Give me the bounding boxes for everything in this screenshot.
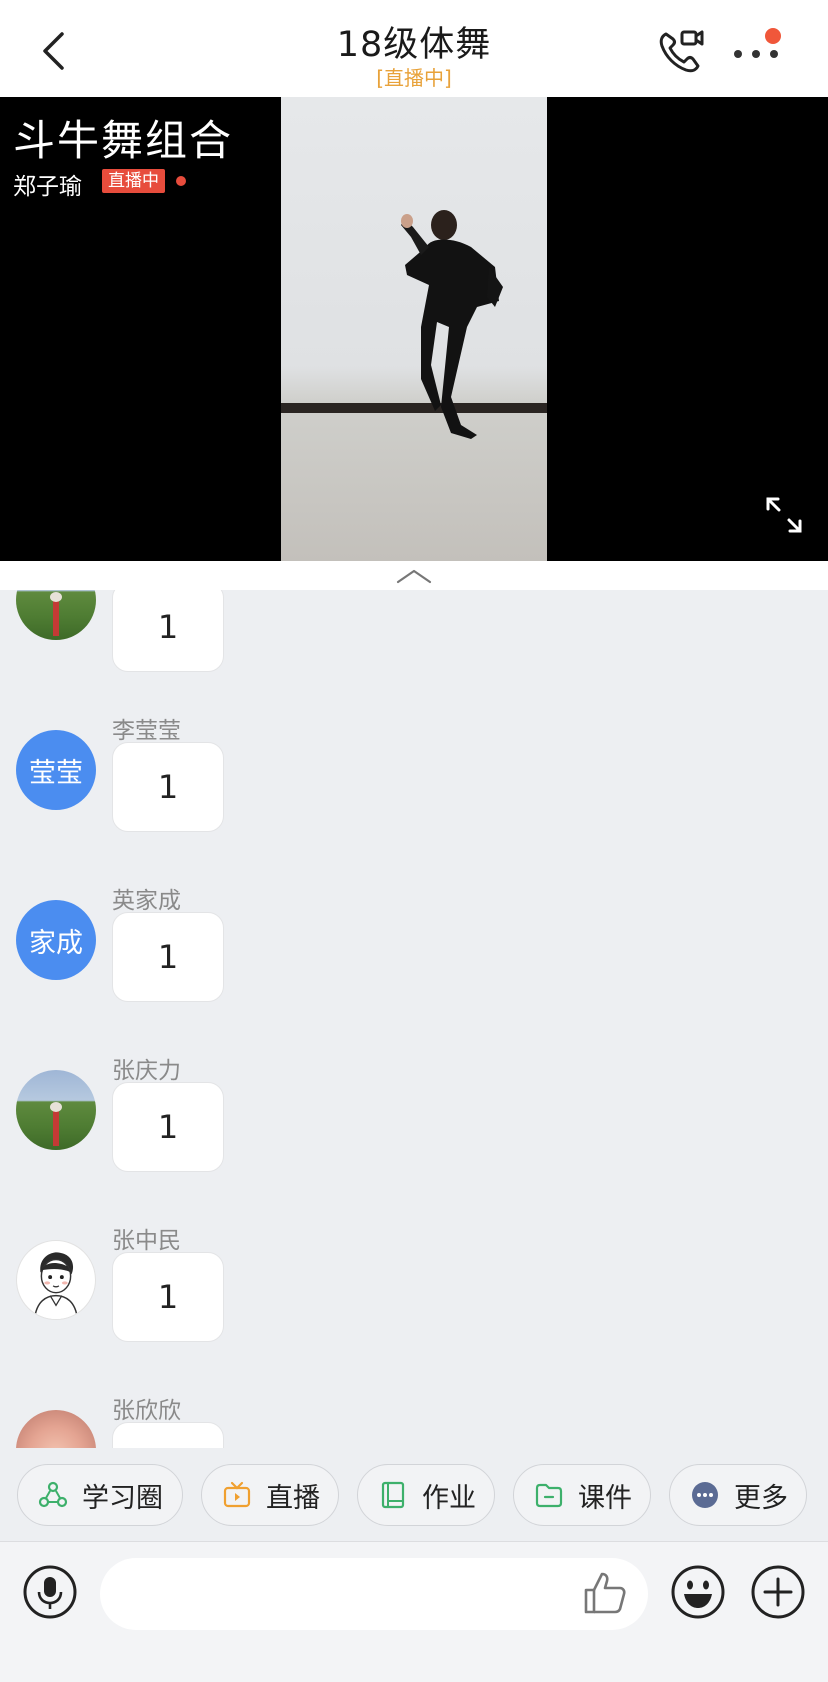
host-name: 郑子瑜 [13,174,82,200]
live-video-player[interactable]: 斗牛舞组合 郑子瑜 直播中 [0,97,828,561]
courseware-folder-icon [535,1483,563,1508]
message-bubble[interactable]: 1 [112,1082,224,1172]
live-indicator-dot [176,176,186,186]
quick-tab-bar: 学习圈 直播 作业 课件 更多 [0,1448,828,1542]
message-bubble[interactable]: 1 [112,912,224,1002]
microphone-icon[interactable] [22,1564,78,1620]
phone-video-icon[interactable] [652,24,708,80]
tab-label: 课件 [578,1482,632,1514]
list-item: 1 [0,590,828,690]
message-bubble[interactable] [112,1422,224,1448]
live-tv-icon [223,1481,251,1508]
dancer-figure [401,210,503,439]
tab-live[interactable]: 直播 [201,1464,339,1526]
top-bar: 18级体舞 [直播中] [0,0,828,97]
message-bubble[interactable]: 1 [112,1252,224,1342]
avatar[interactable]: 莹莹 [16,730,96,810]
homework-book-icon [381,1481,405,1509]
message-bubble[interactable]: 1 [112,590,224,672]
avatar[interactable] [16,590,96,640]
fullscreen-icon[interactable] [764,495,804,535]
list-item: 家成 英家成 1 [0,870,828,1030]
collapse-video-handle[interactable] [0,561,828,590]
sender-name: 张欣欣 [112,1398,181,1424]
sender-name: 李莹莹 [112,718,181,744]
avatar[interactable] [16,1410,96,1448]
notification-dot [765,28,781,44]
tab-more[interactable]: 更多 [669,1464,807,1526]
thumbs-up-icon[interactable] [582,1570,628,1616]
study-circle-icon [38,1481,68,1508]
tab-label: 直播 [266,1482,320,1514]
tab-study-circle[interactable]: 学习圈 [17,1464,183,1526]
message-input-bar [0,1542,828,1682]
list-item: 张欣欣 [0,1380,828,1448]
sender-name: 英家成 [112,888,181,914]
plus-icon[interactable] [750,1564,806,1620]
tab-courseware[interactable]: 课件 [513,1464,651,1526]
chat-message-list[interactable]: 1 莹莹 李莹莹 1 家成 英家成 1 张庆力 1 张中民 1 张欣欣 [0,590,828,1448]
message-bubble[interactable]: 1 [112,742,224,832]
list-item: 张庆力 1 [0,1040,828,1200]
tab-label: 学习圈 [82,1482,163,1514]
live-title: 斗牛舞组合 [13,116,234,165]
more-circle-icon [692,1482,718,1508]
tab-label: 作业 [422,1482,476,1514]
list-item: 张中民 1 [0,1210,828,1370]
live-badge: 直播中 [102,169,165,193]
sender-name: 张庆力 [112,1058,181,1084]
avatar[interactable] [16,1070,96,1150]
sender-name: 张中民 [112,1228,181,1254]
avatar[interactable] [16,1240,96,1320]
tab-label: 更多 [734,1482,788,1514]
tab-homework[interactable]: 作业 [357,1464,495,1526]
message-input[interactable] [100,1558,648,1630]
cartoon-boy-icon [33,1252,79,1319]
chevron-up-icon [396,569,432,584]
emoji-icon[interactable] [670,1564,726,1620]
list-item: 莹莹 李莹莹 1 [0,700,828,860]
video-frame [281,97,547,561]
avatar[interactable]: 家成 [16,900,96,980]
